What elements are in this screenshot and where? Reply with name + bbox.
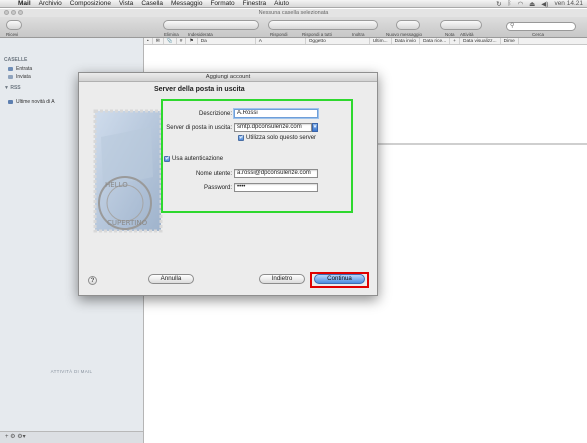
reply-group[interactable]	[268, 20, 378, 30]
get-mail-button[interactable]	[6, 20, 22, 30]
search-input[interactable]: ⚲	[506, 22, 576, 31]
column-header[interactable]: ✉	[153, 38, 164, 44]
bluetooth-icon[interactable]: ᛒ	[508, 0, 512, 7]
sidebar-item-label: Inviata	[16, 74, 31, 80]
get-mail-label: Ricevi	[6, 32, 19, 37]
wifi-icon[interactable]: ◠	[517, 0, 523, 8]
highlight-box	[161, 99, 353, 213]
column-header-dime[interactable]: Dime	[501, 38, 519, 44]
note-label: Nota	[445, 32, 455, 37]
search-label: Cerca	[532, 32, 545, 37]
sidebar-item-label: Ultime novità di A	[16, 99, 55, 105]
new-message-label: Nuovo messaggio	[386, 32, 423, 37]
search-icon: ⚲	[510, 23, 515, 29]
menu-casella[interactable]: Casella	[137, 0, 167, 7]
menubar-status: ↻ ᛒ ◠ ⏏ ◀) ven 14.21	[496, 0, 587, 8]
minimize-window-button[interactable]	[11, 10, 16, 15]
reply-all-label: Rispondi a tutti	[302, 32, 332, 37]
sync-icon[interactable]: ↻	[496, 0, 501, 8]
column-header-data-invio[interactable]: Data invio	[392, 38, 420, 44]
clock[interactable]: ven 14.21	[554, 0, 583, 7]
indietro-button[interactable]: Indietro	[259, 274, 305, 284]
sidebar-bottom-toolbar[interactable]: + ⚙ ⚙▾	[0, 431, 143, 443]
column-header-data-visualizz[interactable]: Data visualizz...	[460, 38, 501, 44]
column-header[interactable]: #	[177, 38, 187, 44]
zoom-window-button[interactable]	[18, 10, 23, 15]
menu-finestra[interactable]: Finestra	[239, 0, 270, 7]
close-window-button[interactable]	[4, 10, 9, 15]
delete-label: Elimina	[164, 32, 179, 37]
volume-icon[interactable]: ◀)	[541, 0, 548, 8]
delete-junk-group[interactable]	[163, 20, 259, 30]
column-header-ultim[interactable]: Ultim...	[370, 38, 392, 44]
junk-label: Indesiderata	[188, 32, 213, 37]
column-header-oggetto[interactable]: Oggetto	[306, 38, 370, 44]
todo-label: Attività	[460, 32, 474, 37]
help-button[interactable]: ?	[88, 276, 97, 285]
add-account-dialog: Aggiungi account CUPERTINO HELLO Server …	[78, 72, 378, 296]
menu-app[interactable]: Mail	[14, 0, 35, 7]
sidebar-header-rss-label: RSS	[10, 85, 21, 91]
paper-plane-icon	[8, 75, 13, 79]
menu-formato[interactable]: Formato	[206, 0, 238, 7]
annulla-button[interactable]: Annulla	[148, 274, 194, 284]
sidebar-item-rss-feed[interactable]: Ultime novità di A	[8, 99, 55, 105]
menu-composizione[interactable]: Composizione	[66, 0, 115, 7]
window-title: Nessuna casella selezionata	[0, 9, 587, 17]
svg-text:CUPERTINO: CUPERTINO	[107, 219, 148, 227]
menu-aiuto[interactable]: Aiuto	[270, 0, 293, 7]
sidebar-item-label: Entrata	[16, 66, 33, 72]
sidebar-item-inviata[interactable]: Inviata	[8, 74, 31, 80]
column-header[interactable]: ⚑	[186, 38, 198, 44]
sidebar-item-entrata[interactable]: Entrata	[8, 66, 32, 72]
rss-icon	[8, 100, 13, 104]
new-message-button[interactable]	[396, 20, 420, 30]
column-header-a[interactable]: A	[256, 38, 306, 44]
reply-label: Rispondi	[270, 32, 288, 37]
mail-activity-header: ATTIVITÀ DI MAIL	[50, 369, 93, 374]
column-header[interactable]: 📎	[164, 38, 177, 44]
sidebar-header-rss: ▼ RSS	[4, 85, 21, 91]
sidebar-header-caselle: CASELLE	[4, 57, 28, 63]
svg-text:HELLO: HELLO	[105, 181, 128, 189]
forward-label: Inoltra	[352, 32, 365, 37]
column-header-plus[interactable]: +	[450, 38, 460, 44]
dialog-title: Aggiungi account	[79, 73, 377, 82]
menu-vista[interactable]: Vista	[115, 0, 137, 7]
column-header[interactable]: •	[144, 38, 153, 44]
inbox-icon	[8, 67, 13, 71]
note-todo-group[interactable]	[440, 20, 482, 30]
column-header-da[interactable]: Da	[198, 38, 256, 44]
mail-stamp-icon: CUPERTINO HELLO	[93, 109, 163, 233]
menu-messaggio[interactable]: Messaggio	[167, 0, 206, 7]
red-annotation-box	[310, 272, 369, 288]
menu-archivio[interactable]: Archivio	[35, 0, 66, 7]
message-list-header: • ✉ 📎 # ⚑ Da A Oggetto Ultim... Data inv…	[144, 38, 587, 45]
toolbar: Ricevi Elimina Indesiderata Rispondi Ris…	[0, 17, 587, 38]
column-header-data-rice[interactable]: Data rice...	[420, 38, 451, 44]
eject-icon[interactable]: ⏏	[529, 0, 535, 8]
window-controls	[4, 10, 23, 15]
section-title: Server della posta in uscita	[154, 86, 245, 93]
menubar: Mail Archivio Composizione Vista Casella…	[0, 0, 587, 8]
